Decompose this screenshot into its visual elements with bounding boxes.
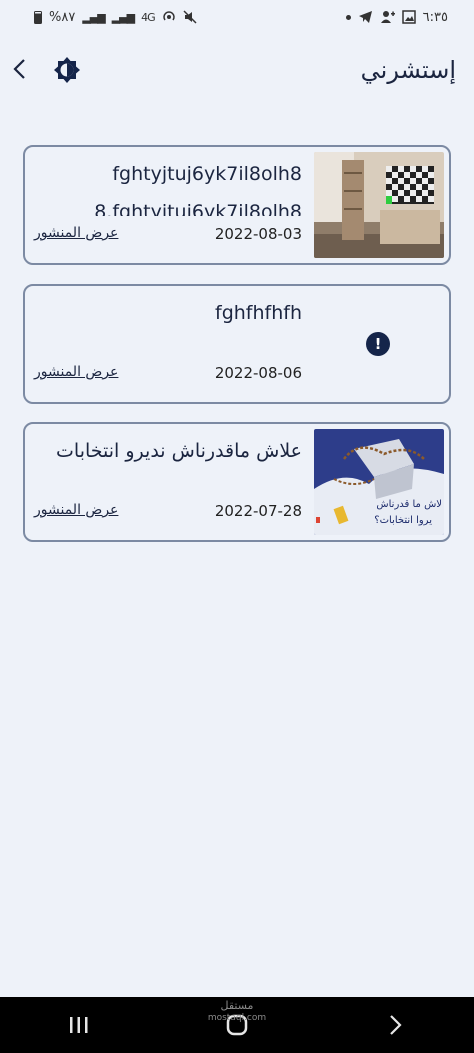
status-bar: %٨٧ ▂▄▆ ▂▄▆ 4G ٦:٣٥ bbox=[0, 0, 474, 34]
post-card[interactable]: fghfhfhfh ! 2022-08-06 عرض المنشور bbox=[23, 284, 451, 404]
status-left: %٨٧ ▂▄▆ ▂▄▆ 4G bbox=[34, 10, 197, 25]
recent-apps-icon bbox=[70, 1017, 88, 1033]
post-card[interactable]: علاش ماقدرناش نديرو انتخابات 2022-07-28 … bbox=[23, 422, 451, 542]
hotspot-icon bbox=[162, 11, 175, 21]
network-type: 4G bbox=[141, 10, 155, 24]
dot-icon bbox=[345, 14, 351, 20]
home-button[interactable] bbox=[207, 1005, 267, 1045]
nav-back-icon bbox=[390, 1015, 402, 1035]
chevron-left-icon bbox=[13, 59, 25, 79]
person-add-icon bbox=[380, 11, 395, 23]
battery-level: %٨٧ bbox=[49, 9, 76, 25]
status-right: ٦:٣٥ bbox=[345, 9, 448, 25]
post-title: fghtyjtuj6yk7il8olh8 bbox=[112, 163, 302, 185]
post-date: 2022-07-28 bbox=[214, 502, 302, 520]
app-header: إستشرني bbox=[0, 44, 474, 94]
page-title: إستشرني bbox=[360, 56, 456, 84]
recent-apps-button[interactable] bbox=[49, 1005, 109, 1045]
post-title-overflow: 8.fghtyjtuj6yk7il8olh8 bbox=[94, 201, 302, 216]
signal-icon-2: ▂▄▆ bbox=[111, 10, 135, 24]
mute-icon bbox=[183, 10, 197, 24]
signal-icon: ▂▄▆ bbox=[82, 10, 105, 24]
home-icon bbox=[226, 1014, 248, 1036]
telegram-icon bbox=[358, 11, 372, 23]
exclamation-icon: ! bbox=[366, 332, 390, 356]
system-nav-bar bbox=[0, 997, 474, 1053]
post-title: fghfhfhfh bbox=[215, 302, 302, 324]
post-date: 2022-08-03 bbox=[214, 225, 302, 243]
view-post-link[interactable]: عرض المنشور bbox=[34, 502, 118, 518]
gallery-icon bbox=[401, 10, 416, 24]
battery-icon bbox=[34, 10, 42, 24]
theme-toggle-button[interactable] bbox=[52, 55, 82, 85]
back-button[interactable] bbox=[8, 52, 30, 86]
post-card[interactable]: fghtyjtuj6yk7il8olh8 8.fghtyjtuj6yk7il8o… bbox=[23, 145, 451, 265]
thumbnail-text-1: لاش ما قدرناش bbox=[376, 499, 442, 510]
post-thumbnail bbox=[314, 152, 444, 258]
view-post-link[interactable]: عرض المنشور bbox=[34, 364, 118, 380]
view-post-link[interactable]: عرض المنشور bbox=[34, 225, 118, 241]
clock: ٦:٣٥ bbox=[422, 9, 448, 25]
thumbnail-text-2: يروا انتخابات؟ bbox=[374, 515, 432, 526]
post-title: علاش ماقدرناش نديرو انتخابات bbox=[56, 440, 302, 462]
brightness-icon bbox=[54, 57, 80, 83]
post-date: 2022-08-06 bbox=[214, 364, 302, 382]
system-back-button[interactable] bbox=[365, 1005, 425, 1045]
post-thumbnail: لاش ما قدرناش يروا انتخابات؟ bbox=[314, 429, 444, 535]
